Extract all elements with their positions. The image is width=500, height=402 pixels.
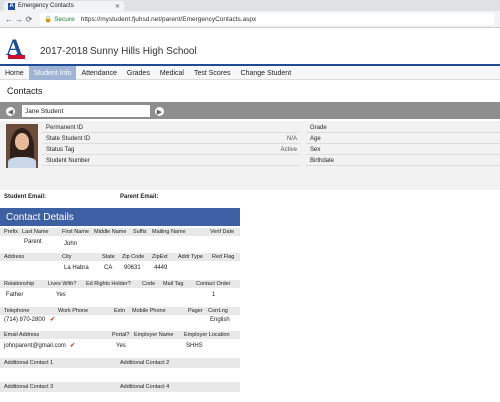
site-header: A 2017-2018 Sunny Hills High School xyxy=(0,28,500,66)
address-bar: ← → ⟳ 🔒 Secure https://mystudent.fjuhsd.… xyxy=(0,11,500,28)
lock-icon: 🔒 xyxy=(44,16,53,23)
parent-email-label: Parent Email: xyxy=(120,194,159,200)
info-grade: Grade xyxy=(306,124,500,133)
additional-contacts-row-1: Additional Contact 1 Additional Contact … xyxy=(0,358,240,368)
student-select[interactable]: Jane Student xyxy=(22,105,150,117)
menu-attendance[interactable]: Attendance xyxy=(76,66,121,80)
school-year: 2017-2018 xyxy=(40,46,88,57)
contact-row-email: Email Address Portal? Employer Name Empl… xyxy=(0,331,240,353)
browser-tab-bar: A Emergency Contacts ✕ xyxy=(0,0,500,11)
secure-label: Secure xyxy=(54,15,75,23)
contact-employer-location: SHHS xyxy=(186,343,203,349)
student-email-label: Student Email: xyxy=(4,194,47,200)
contact-first-name: John xyxy=(64,241,78,247)
reload-icon[interactable]: ⟳ xyxy=(24,15,34,24)
contact-telephone: (714) 870-2800 xyxy=(4,317,46,323)
previous-student-icon[interactable]: ◀ xyxy=(6,107,15,116)
site-favicon-icon: A xyxy=(8,2,15,10)
next-student-icon[interactable]: ▶ xyxy=(155,107,164,116)
info-row-status-tag: Status Tag Active xyxy=(42,146,300,155)
main-menu: Home Student Info Attendance Grades Medi… xyxy=(0,66,500,80)
info-age: Age xyxy=(306,135,500,144)
menu-home[interactable]: Home xyxy=(0,66,29,80)
forward-icon[interactable]: → xyxy=(14,15,24,24)
page-title: Contacts xyxy=(7,86,43,96)
contact-row-relationship: Relationship Lives With? Ed Rights Holde… xyxy=(0,280,240,302)
additional-contact-2[interactable]: Additional Contact 2 xyxy=(120,360,169,366)
info-row-state-student-id: State Student ID N/A xyxy=(42,135,300,144)
contact-zip-ext: 4449 xyxy=(154,265,168,271)
info-sex: Sex xyxy=(306,146,500,155)
checkmark-icon: ✔ xyxy=(50,317,56,323)
contact-lives-with: Yes xyxy=(56,292,66,298)
student-info-panel: Permanent ID State Student ID N/A Status… xyxy=(0,121,500,190)
browser-tab[interactable]: A Emergency Contacts ✕ xyxy=(4,1,124,11)
logo-bar xyxy=(8,55,25,59)
additional-contact-3[interactable]: Additional Contact 3 xyxy=(4,384,53,390)
menu-grades[interactable]: Grades xyxy=(122,66,155,80)
contact-email: johnparent@gmail.com xyxy=(4,343,66,349)
info-row-student-number: Student Number xyxy=(42,157,300,166)
contact-details-header: Contact Details xyxy=(0,208,240,226)
contact-last-name: Parent xyxy=(24,239,42,245)
menu-medical[interactable]: Medical xyxy=(155,66,189,80)
checkmark-icon: ✔ xyxy=(70,343,76,349)
contact-relationship: Father xyxy=(6,292,24,298)
close-tab-icon[interactable]: ✕ xyxy=(115,3,120,10)
info-birthdate: Birthdate xyxy=(306,157,500,166)
contact-portal: Yes xyxy=(116,343,126,349)
info-row-permanent-id: Permanent ID xyxy=(42,124,300,133)
url-text: https://mystudent.fjuhsd.net/parent/Emer… xyxy=(80,15,257,23)
menu-test-scores[interactable]: Test Scores xyxy=(189,66,236,80)
contact-language: English xyxy=(210,317,230,323)
district-logo: A xyxy=(6,35,26,61)
contact-row-phone: Telephone Work Phone Extn Mobile Phone P… xyxy=(0,307,240,327)
contact-order: 1 xyxy=(212,292,216,298)
additional-contacts-row-2: Additional Contact 3 Additional Contact … xyxy=(0,382,240,392)
menu-student-info[interactable]: Student Info xyxy=(28,66,77,80)
contact-zip: 90631 xyxy=(124,265,141,271)
contact-row-name: Prefix Last Name First Name Middle Name … xyxy=(0,228,240,250)
menu-change-student[interactable]: Change Student xyxy=(236,66,297,80)
student-selector-bar: ◀ Jane Student ▶ xyxy=(0,102,500,119)
contact-city: La Habra xyxy=(64,265,89,271)
contact-row-address: Address City State Zip Code ZipExt Addr … xyxy=(0,253,240,275)
url-field[interactable]: 🔒 Secure https://mystudent.fjuhsd.net/pa… xyxy=(40,13,494,25)
school-name: Sunny Hills High School xyxy=(90,46,197,57)
student-photo xyxy=(6,124,38,168)
tab-title: Emergency Contacts xyxy=(18,3,74,9)
contact-state: CA xyxy=(104,265,113,271)
additional-contact-4[interactable]: Additional Contact 4 xyxy=(120,384,169,390)
back-icon[interactable]: ← xyxy=(4,15,14,24)
additional-contact-1[interactable]: Additional Contact 1 xyxy=(4,360,53,366)
